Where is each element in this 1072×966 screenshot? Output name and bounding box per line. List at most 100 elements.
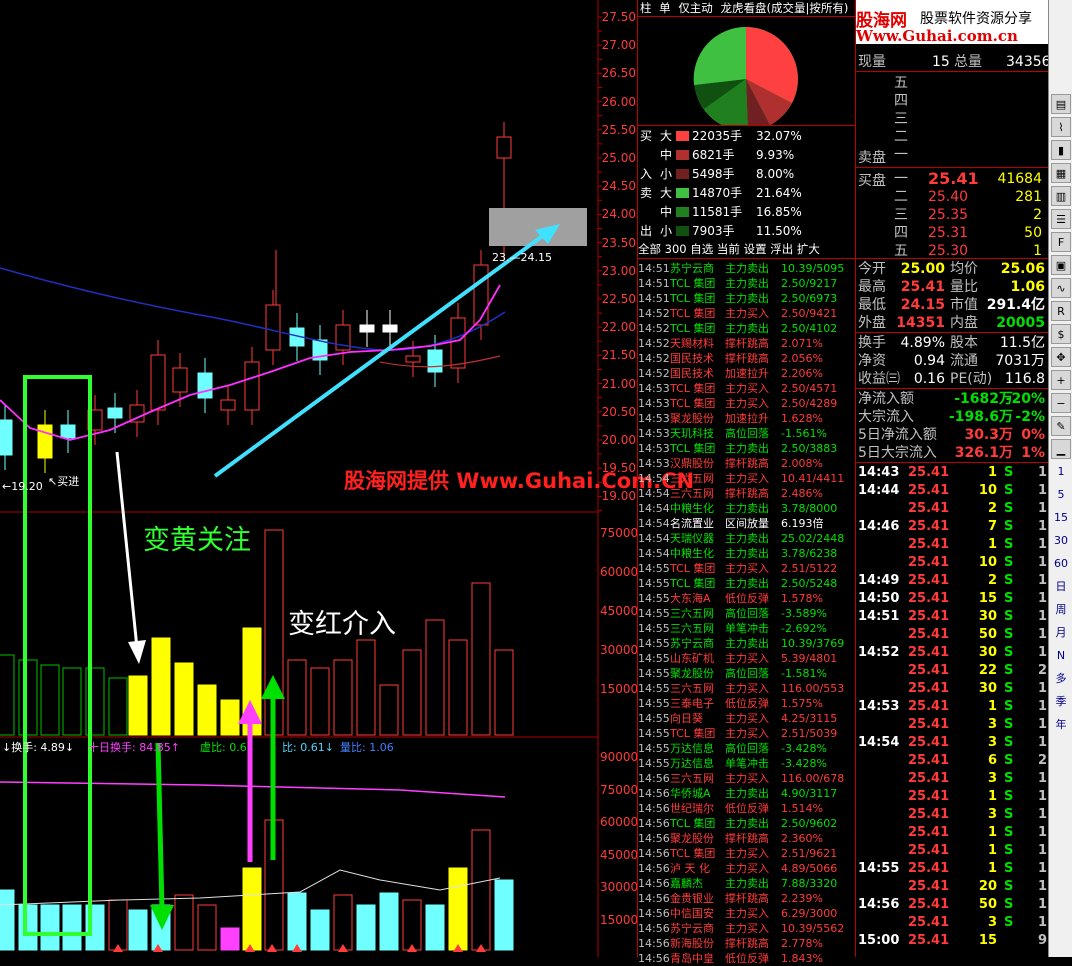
ticker-row[interactable]: 14:53TCL 集团 主力买入 2.50/4289 [638,396,856,411]
ticker-row[interactable]: 14:52TCL 集团 主力卖出 2.50/4102 [638,321,856,336]
trade-row[interactable]: 25.41 20 S 1 [856,878,1049,896]
bar-chart-icon[interactable]: ▁ [1051,439,1071,459]
tab-dragon-tiger[interactable]: 龙虎看盘(成交量|按所有) [718,1,850,15]
money-icon[interactable]: $ [1051,324,1071,344]
trade-row[interactable]: 25.41 3 S 1 [856,914,1049,932]
tab-watchlist[interactable]: 自选 [690,242,713,256]
tab-all[interactable]: 全部 [638,242,661,256]
period-button[interactable]: N [1051,646,1071,665]
trade-row[interactable]: 25.41 50 S 1 [856,626,1049,644]
tab-300[interactable]: 300 [665,242,687,256]
ticker-row[interactable]: 14:56三六五网 主力买入 116.00/678 [638,771,856,786]
ticker-row[interactable]: 14:52国民技术 撑杆跳高 2.056% [638,351,856,366]
trade-row[interactable]: 25.41 1 S 1 [856,788,1049,806]
tab-active-only[interactable]: 仅主动 [676,1,715,15]
ticker-row[interactable]: 14:53TCL 集团 主力卖出 2.50/3883 [638,441,856,456]
trade-row[interactable]: 14:54 25.41 3 S 1 [856,734,1049,752]
ticker-row[interactable]: 14:55TCL 集团 主力卖出 2.50/5248 [638,576,856,591]
trade-row[interactable]: 14:44 25.41 10 S 1 [856,482,1049,500]
ticker-row[interactable]: 14:56青岛中皇 低位反弹 1.843% [638,951,856,966]
trade-row[interactable]: 25.41 1 S 1 [856,842,1049,860]
rsi-icon[interactable]: R [1051,301,1071,321]
zoom-icon[interactable]: ▣ [1051,255,1071,275]
ticker-row[interactable]: 14:51苏宁云商 主力卖出 10.39/5095 [638,261,856,276]
ticker-row[interactable]: 14:56世纪瑞尔 低位反弹 1.514% [638,801,856,816]
trade-row[interactable]: 25.41 1 S 1 [856,824,1049,842]
tab-current[interactable]: 当前 [717,242,740,256]
trade-row[interactable]: 14:43 25.41 1 S 1 [856,464,1049,482]
tab-settings[interactable]: 设置 [744,242,767,256]
trade-row[interactable]: 25.41 3 S 1 [856,716,1049,734]
table-icon[interactable]: ▥ [1051,186,1071,206]
ticker-row[interactable]: 14:53TCL 集团 主力买入 2.50/4571 [638,381,856,396]
trade-row[interactable]: 14:49 25.41 2 S 1 [856,572,1049,590]
ticker-row[interactable]: 14:52天赐材料 撑杆跳高 2.071% [638,336,856,351]
period-button[interactable]: 季 [1051,692,1071,711]
ticker-row[interactable]: 14:56聚龙股份 撑杆跳高 2.360% [638,831,856,846]
trade-row[interactable]: 15:00 25.41 15 9 [856,932,1049,950]
ticker-row[interactable]: 14:55聚龙股份 高位回落 -1.581% [638,666,856,681]
ticker-row[interactable]: 14:55万达信息 单笔冲击 -3.428% [638,756,856,771]
trade-row[interactable]: 25.41 2 S 1 [856,500,1049,518]
ticker-row[interactable]: 14:55大东海A 低位反弹 1.578% [638,591,856,606]
ticker-row[interactable]: 14:53聚龙股份 加速拉升 1.628% [638,411,856,426]
trade-row[interactable]: 25.41 1 S 1 [856,536,1049,554]
line-chart-icon[interactable]: ⌇ [1051,117,1071,137]
zoom-in-icon[interactable]: + [1051,370,1071,390]
ticker-row[interactable]: 14:55向日葵 主力买入 4.25/3115 [638,711,856,726]
ticker-row[interactable]: 14:51TCL 集团 主力卖出 2.50/6973 [638,291,856,306]
ticker-row[interactable]: 14:53汉鼎股份 撑杆跳高 2.008% [638,456,856,471]
tab-bar[interactable]: 柱 [638,1,654,15]
ticker-row[interactable]: 14:55万达信息 高位回落 -3.428% [638,741,856,756]
ticker-row[interactable]: 14:55三泰电子 低位反弹 1.575% [638,696,856,711]
chart-icon[interactable]: ▤ [1051,94,1071,114]
ticker-row[interactable]: 14:55三六五网 高位回落 -3.589% [638,606,856,621]
trade-row[interactable]: 25.41 22 S 2 [856,662,1049,680]
ticker-row[interactable]: 14:54中粮生化 主力卖出 3.78/8000 [638,501,856,516]
ticker-row[interactable]: 14:55TCL 集团 主力买入 2.51/5039 [638,726,856,741]
period-button[interactable]: 月 [1051,623,1071,642]
move-icon[interactable]: ✥ [1051,347,1071,367]
ticker-row[interactable]: 14:53天玑科技 高位回落 -1.561% [638,426,856,441]
trade-row[interactable]: 25.41 6 S 2 [856,752,1049,770]
tab-expand[interactable]: 扩大 [797,242,820,256]
ticker-row[interactable]: 14:56嘉麟杰 主力卖出 7.88/3320 [638,876,856,891]
period-button[interactable]: 60 [1051,554,1071,573]
period-button[interactable]: 1 [1051,462,1071,481]
ticker-row[interactable]: 14:54天瑞仪器 主力卖出 25.02/2448 [638,531,856,546]
tab-single[interactable]: 单 [657,1,673,15]
pencil-icon[interactable]: ✎ [1051,416,1071,436]
period-button[interactable]: 多 [1051,669,1071,688]
period-button[interactable]: 30 [1051,531,1071,550]
trade-row[interactable]: 25.41 3 S 1 [856,806,1049,824]
trade-row[interactable]: 14:56 25.41 50 S 1 [856,896,1049,914]
ticker-row[interactable]: 14:55苏宁云商 主力卖出 10.39/3769 [638,636,856,651]
ticker-row[interactable]: 14:52国民技术 加速拉升 2.206% [638,366,856,381]
ticker-row[interactable]: 14:55TCL 集团 主力买入 2.51/5122 [638,561,856,576]
ticker-row[interactable]: 14:55三六五网 主力买入 116.00/553 [638,681,856,696]
ticker-row[interactable]: 14:54三六五网 撑杆跳高 2.486% [638,486,856,501]
ticker-row[interactable]: 14:56泸 天 化 主力买入 4.89/5066 [638,861,856,876]
grid-icon[interactable]: ▦ [1051,163,1071,183]
ticker-row[interactable]: 14:54中粮生化 主力卖出 3.78/6238 [638,546,856,561]
period-button[interactable]: 5 [1051,485,1071,504]
ticker-row[interactable]: 14:56华侨城A 主力卖出 4.90/3117 [638,786,856,801]
ticker-row[interactable]: 14:54三六五网 主力买入 10.41/4411 [638,471,856,486]
ticker-row[interactable]: 14:56TCL 集团 主力买入 2.51/9621 [638,846,856,861]
ticker-row[interactable]: 14:55山东矿机 主力买入 5.39/4801 [638,651,856,666]
ticker-row[interactable]: 14:56TCL 集团 主力卖出 2.50/9602 [638,816,856,831]
trade-row[interactable]: 14:53 25.41 1 S 1 [856,698,1049,716]
ticker-row[interactable]: 14:55三六五网 单笔冲击 -2.692% [638,621,856,636]
trade-row[interactable]: 25.41 3 S 1 [856,770,1049,788]
period-button[interactable]: 日 [1051,577,1071,596]
radar-ticker-list[interactable]: 14:51苏宁云商 主力卖出 10.39/5095 14:51TCL 集团 主力卖出 2.… [638,259,856,966]
trade-row[interactable]: 25.41 30 S 1 [856,680,1049,698]
f10-icon[interactable]: F [1051,232,1071,252]
ticker-row[interactable]: 14:54名流置业 区间放量 6.193倍 [638,516,856,531]
candle-icon[interactable]: ▮ [1051,140,1071,160]
trade-row[interactable]: 14:51 25.41 30 S 1 [856,608,1049,626]
trade-row[interactable]: 25.41 10 S 1 [856,554,1049,572]
trade-row[interactable]: 14:50 25.41 15 S 1 [856,590,1049,608]
trade-details-list[interactable]: 14:43 25.41 1 S 1 14:44 25.41 10 S 1 25.41 2 S 1 14:46… [856,463,1049,950]
zoom-out-icon[interactable]: − [1051,393,1071,413]
